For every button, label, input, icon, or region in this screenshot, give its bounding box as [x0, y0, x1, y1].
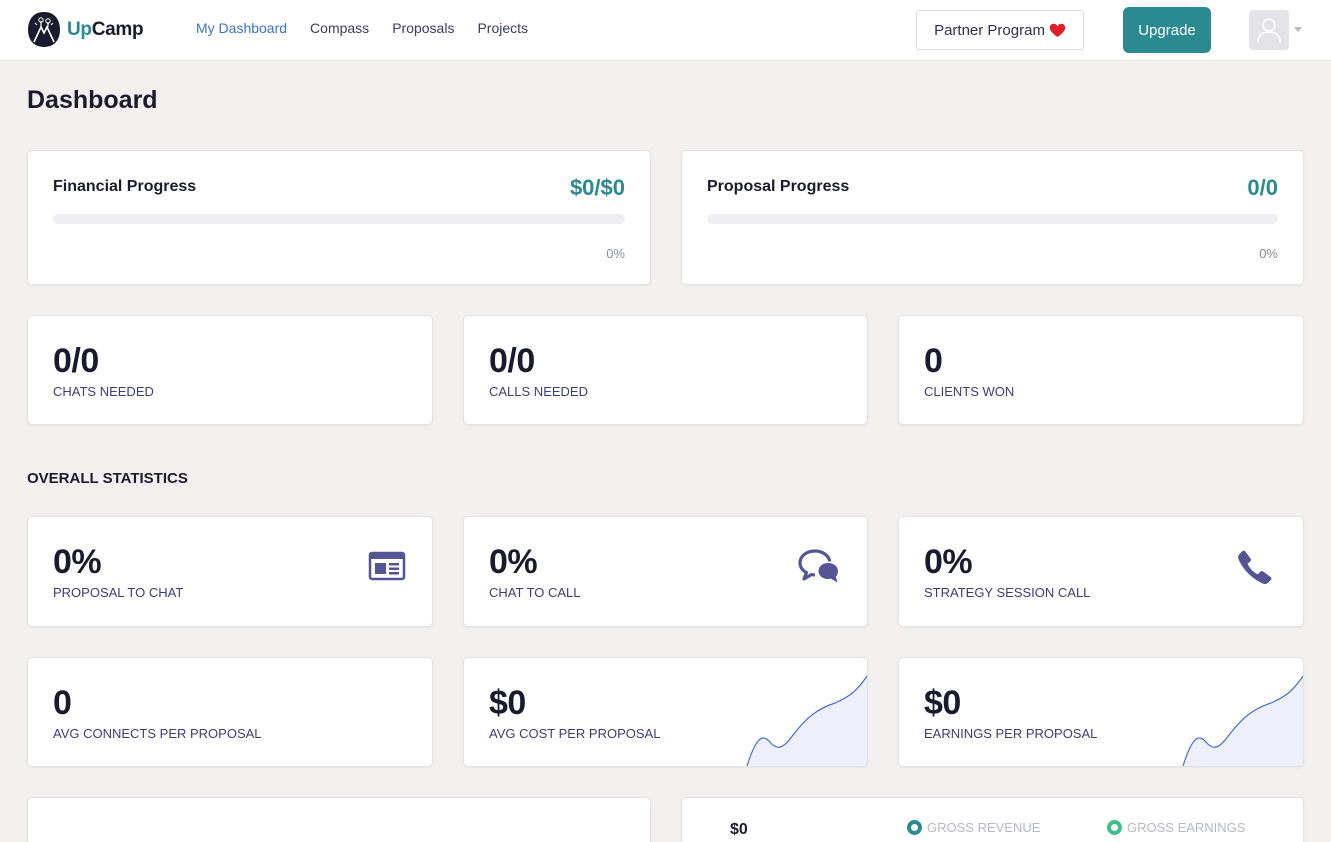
financial-progress-title: Financial Progress	[53, 178, 197, 195]
nav-compass[interactable]: Compass	[310, 20, 369, 36]
main-nav: My Dashboard Compass Proposals Projects	[196, 20, 528, 36]
avg-connects-label: AVG CONNECTS PER PROPOSAL	[53, 726, 262, 741]
financial-progress-bar	[53, 214, 625, 224]
avg-connects-value: 0	[53, 684, 72, 722]
calls-needed-label: CALLS NEEDED	[489, 384, 588, 399]
proposal-progress-card: Proposal Progress 0/0 0%	[681, 150, 1304, 285]
proposal-to-chat-value: 0%	[53, 543, 102, 581]
revenue-axis-label: $0	[730, 821, 748, 838]
earnings-per-proposal-card: $0 EARNINGS PER PROPOSAL	[898, 657, 1304, 767]
proposal-to-chat-label: PROPOSAL TO CHAT	[53, 585, 184, 600]
nav-projects[interactable]: Projects	[477, 20, 528, 36]
avg-cost-value: $0	[489, 684, 526, 722]
avg-cost-card: $0 AVG COST PER PROPOSAL	[463, 657, 868, 767]
chats-needed-value: 0/0	[53, 342, 99, 380]
financial-progress-value: $0/$0	[569, 175, 625, 200]
gross-revenue-dot-icon	[907, 820, 922, 835]
newspaper-icon	[368, 551, 406, 581]
chevron-down-icon[interactable]	[1294, 27, 1302, 32]
brand-name: UpCamp	[67, 18, 144, 40]
financial-progress-percent: 0%	[606, 246, 625, 261]
financial-progress-card: Financial Progress $0/$0 0%	[27, 150, 651, 285]
calls-needed-value: 0/0	[489, 342, 535, 380]
strategy-session-call-card: 0% STRATEGY SESSION CALL	[898, 516, 1304, 627]
strategy-session-call-value: 0%	[924, 543, 973, 581]
nav-proposals[interactable]: Proposals	[392, 20, 454, 36]
proposal-progress-percent: 0%	[1259, 246, 1278, 261]
gross-earnings-dot-icon	[1107, 820, 1122, 835]
clients-won-label: CLIENTS WON	[924, 384, 1015, 399]
chat-bubbles-icon	[798, 549, 838, 583]
bottom-left-card	[27, 797, 651, 842]
chat-to-call-label: CHAT TO CALL	[489, 585, 581, 600]
legend-gross-earnings[interactable]: GROSS EARNINGS	[1107, 820, 1245, 835]
logo[interactable]: UpCamp	[27, 11, 144, 48]
avg-connects-card: 0 AVG CONNECTS PER PROPOSAL	[27, 657, 433, 767]
upgrade-button[interactable]: Upgrade	[1123, 7, 1211, 53]
earnings-per-proposal-label: EARNINGS PER PROPOSAL	[924, 726, 1098, 741]
top-navbar: UpCamp My Dashboard Compass Proposals Pr…	[0, 0, 1331, 61]
proposal-to-chat-card: 0% PROPOSAL TO CHAT	[27, 516, 433, 627]
chats-needed-card: 0/0 CHATS NEEDED	[27, 315, 433, 425]
page-title: Dashboard	[27, 86, 158, 114]
earnings-per-proposal-value: $0	[924, 684, 961, 722]
heart-icon	[1049, 23, 1066, 37]
strategy-session-call-label: STRATEGY SESSION CALL	[924, 585, 1091, 600]
logo-icon	[28, 12, 60, 47]
earnings-sparkline	[1182, 675, 1303, 766]
legend-gross-earnings-label: GROSS EARNINGS	[1127, 820, 1246, 835]
avg-cost-label: AVG COST PER PROPOSAL	[489, 726, 661, 741]
revenue-chart-card: $0 GROSS REVENUE GROSS EARNINGS	[681, 797, 1304, 842]
clients-won-card: 0 CLIENTS WON	[898, 315, 1304, 425]
phone-icon	[1238, 550, 1272, 585]
calls-needed-card: 0/0 CALLS NEEDED	[463, 315, 868, 425]
clients-won-value: 0	[924, 342, 943, 380]
user-icon	[1257, 18, 1281, 43]
chat-to-call-card: 0% CHAT TO CALL	[463, 516, 868, 627]
proposal-progress-bar	[707, 214, 1278, 224]
partner-program-button[interactable]: Partner Program	[916, 10, 1084, 50]
nav-my-dashboard[interactable]: My Dashboard	[196, 20, 287, 36]
avatar[interactable]	[1249, 10, 1289, 50]
partner-program-label: Partner Program	[934, 21, 1045, 39]
legend-gross-revenue-label: GROSS REVENUE	[927, 820, 1041, 835]
avg-cost-sparkline	[746, 675, 867, 766]
proposal-progress-value: 0/0	[1247, 175, 1278, 200]
proposal-progress-title: Proposal Progress	[707, 178, 850, 195]
chat-to-call-value: 0%	[489, 543, 538, 581]
overall-statistics-heading: OVERALL STATISTICS	[27, 470, 188, 487]
chats-needed-label: CHATS NEEDED	[53, 384, 154, 399]
legend-gross-revenue[interactable]: GROSS REVENUE	[907, 820, 1040, 835]
